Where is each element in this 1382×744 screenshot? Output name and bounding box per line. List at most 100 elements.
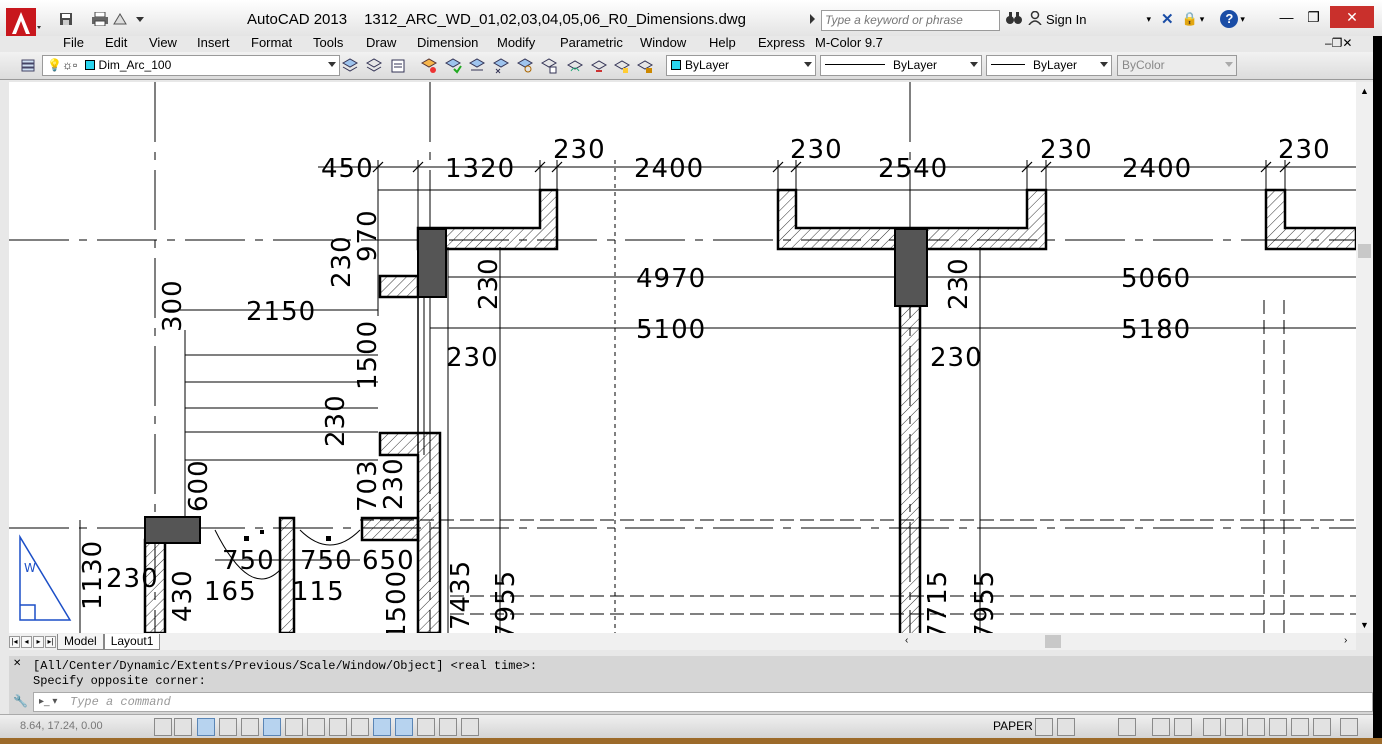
annotation-monitor-icon[interactable] xyxy=(461,718,479,736)
annotation-scale-icon[interactable] xyxy=(1152,718,1170,736)
exchange-icon[interactable]: ✕ xyxy=(1161,10,1174,28)
menu-window[interactable]: Window xyxy=(640,36,686,50)
layer-merge-icon[interactable] xyxy=(566,57,584,75)
vertical-scroll-thumb[interactable] xyxy=(1358,244,1371,258)
scroll-left-icon[interactable]: ‹ xyxy=(905,635,908,646)
grid-display-icon[interactable] xyxy=(197,718,215,736)
dim-text: 230 xyxy=(327,235,357,288)
binoculars-icon[interactable] xyxy=(1006,11,1024,28)
apps-icon[interactable]: 🔒 xyxy=(1182,11,1198,27)
next-tab-icon[interactable]: ▸ xyxy=(33,635,44,648)
plotstyle-control-dropdown[interactable]: ByColor xyxy=(1117,55,1237,76)
layer-previous-icon[interactable] xyxy=(389,57,407,75)
allow-disallow-ucs-icon[interactable] xyxy=(329,718,347,736)
horizontal-scroll-thumb[interactable] xyxy=(1045,635,1061,648)
first-tab-icon[interactable]: |◂ xyxy=(9,635,20,648)
scroll-down-icon[interactable]: ▼ xyxy=(1360,620,1369,630)
last-tab-icon[interactable]: ▸| xyxy=(45,635,56,648)
ortho-mode-icon[interactable] xyxy=(219,718,237,736)
menu-insert[interactable]: Insert xyxy=(197,36,230,50)
menu-view[interactable]: View xyxy=(149,36,177,50)
menu-tools[interactable]: Tools xyxy=(313,36,343,50)
layer-lock-icon[interactable] xyxy=(516,57,534,75)
status-menu-icon[interactable] xyxy=(1340,718,1358,736)
toolbar-lock-icon[interactable] xyxy=(1225,718,1243,736)
object-snap-icon[interactable] xyxy=(263,718,281,736)
layer-unisolate-icon[interactable] xyxy=(444,57,462,75)
make-current-layer-icon[interactable] xyxy=(341,57,359,75)
layer-copy-icon[interactable] xyxy=(613,57,631,75)
dim-text: 230 xyxy=(790,135,843,165)
search-input[interactable]: Type a keyword or phrase xyxy=(821,10,1000,31)
command-prompt-icon[interactable]: ▸_ ▾ xyxy=(39,696,57,707)
prev-tab-icon[interactable]: ◂ xyxy=(21,635,32,648)
menu-dimension[interactable]: Dimension xyxy=(417,36,478,50)
layer-match-icon[interactable] xyxy=(365,57,383,75)
dynamic-input-icon[interactable] xyxy=(351,718,369,736)
close-icon[interactable]: ✕ xyxy=(13,658,21,669)
menu-file[interactable]: File xyxy=(63,36,84,50)
layer-properties-icon[interactable] xyxy=(20,57,38,75)
horizontal-scrollbar[interactable]: ‹ › xyxy=(9,633,1356,650)
user-icon[interactable] xyxy=(1028,10,1046,28)
quick-view-drawings-icon[interactable] xyxy=(1057,718,1075,736)
help-dropdown-icon[interactable]: ▾ xyxy=(1240,14,1245,25)
3d-object-snap-icon[interactable] xyxy=(285,718,303,736)
layer-isolate-icon[interactable] xyxy=(420,57,438,75)
tab-model[interactable]: Model xyxy=(57,633,104,650)
selection-cycling-icon[interactable] xyxy=(439,718,457,736)
menu-modify[interactable]: Modify xyxy=(497,36,535,50)
layer-freeze-icon[interactable] xyxy=(492,57,510,75)
menu-format[interactable]: Format xyxy=(251,36,292,50)
maximize-viewport-icon[interactable] xyxy=(1118,718,1136,736)
infer-constraints-icon[interactable] xyxy=(154,718,172,736)
clean-screen-icon[interactable] xyxy=(1313,718,1331,736)
menu-parametric[interactable]: Parametric xyxy=(560,36,623,50)
plot-icon[interactable] xyxy=(110,10,130,28)
doc-window-controls[interactable]: –❐✕ xyxy=(1325,36,1353,50)
workspace-switching-icon[interactable] xyxy=(1203,718,1221,736)
color-control-dropdown[interactable]: ByLayer xyxy=(666,55,816,76)
scroll-up-icon[interactable]: ▲ xyxy=(1360,86,1369,96)
paper-space-toggle[interactable]: PAPER xyxy=(993,719,1033,733)
layer-delete-icon[interactable] xyxy=(590,57,608,75)
apps-dropdown-icon[interactable]: ▾ xyxy=(1200,14,1205,25)
menu-draw[interactable]: Draw xyxy=(366,36,396,50)
sign-in-dropdown-icon[interactable]: ▾ xyxy=(1146,14,1151,25)
layer-dropdown[interactable]: 💡☼▫ Dim_Arc_100 xyxy=(42,55,340,76)
menu-help[interactable]: Help xyxy=(709,36,736,50)
sign-in-link[interactable]: Sign In xyxy=(1046,12,1086,27)
quick-view-layouts-icon[interactable] xyxy=(1035,718,1053,736)
annotation-visibility-icon[interactable] xyxy=(1174,718,1192,736)
layer-off-icon[interactable] xyxy=(468,57,486,75)
command-input[interactable]: Type a command xyxy=(33,692,1373,712)
menu-edit[interactable]: Edit xyxy=(105,36,127,50)
m-color-icon[interactable] xyxy=(1291,718,1309,736)
quick-properties-icon[interactable] xyxy=(417,718,435,736)
scroll-right-icon[interactable]: › xyxy=(1344,635,1347,646)
print-icon[interactable] xyxy=(90,10,110,28)
close-button[interactable]: ✕ xyxy=(1330,6,1374,28)
layer-walk-icon[interactable] xyxy=(540,57,558,75)
isolate-objects-icon[interactable] xyxy=(1269,718,1287,736)
show-lineweight-icon[interactable] xyxy=(373,718,391,736)
drawing-area[interactable]: 450 1320 230 2400 230 2540 230 2400 230 … xyxy=(9,82,1356,633)
qat-dropdown-icon[interactable] xyxy=(130,10,150,28)
object-snap-tracking-icon[interactable] xyxy=(307,718,325,736)
customize-icon[interactable]: 🔧 xyxy=(13,694,28,708)
help-icon[interactable]: ? xyxy=(1220,10,1239,28)
tab-layout1[interactable]: Layout1 xyxy=(103,633,161,650)
vertical-scrollbar[interactable]: ▲ ▼ xyxy=(1356,82,1373,633)
polar-tracking-icon[interactable] xyxy=(241,718,259,736)
menu-m-color[interactable]: M-Color 9.7 xyxy=(815,36,883,50)
hardware-acceleration-icon[interactable] xyxy=(1247,718,1265,736)
transparency-icon[interactable] xyxy=(395,718,413,736)
search-expand-icon[interactable] xyxy=(810,14,815,24)
lineweight-control-dropdown[interactable]: ByLayer xyxy=(986,55,1112,76)
restore-button[interactable]: ❐ xyxy=(1297,6,1330,28)
snap-mode-icon[interactable] xyxy=(174,718,192,736)
menu-express[interactable]: Express xyxy=(758,36,805,50)
save-icon[interactable] xyxy=(56,10,76,28)
linetype-control-dropdown[interactable]: ByLayer xyxy=(820,55,982,76)
layer-lock-toggle-icon[interactable] xyxy=(636,57,654,75)
